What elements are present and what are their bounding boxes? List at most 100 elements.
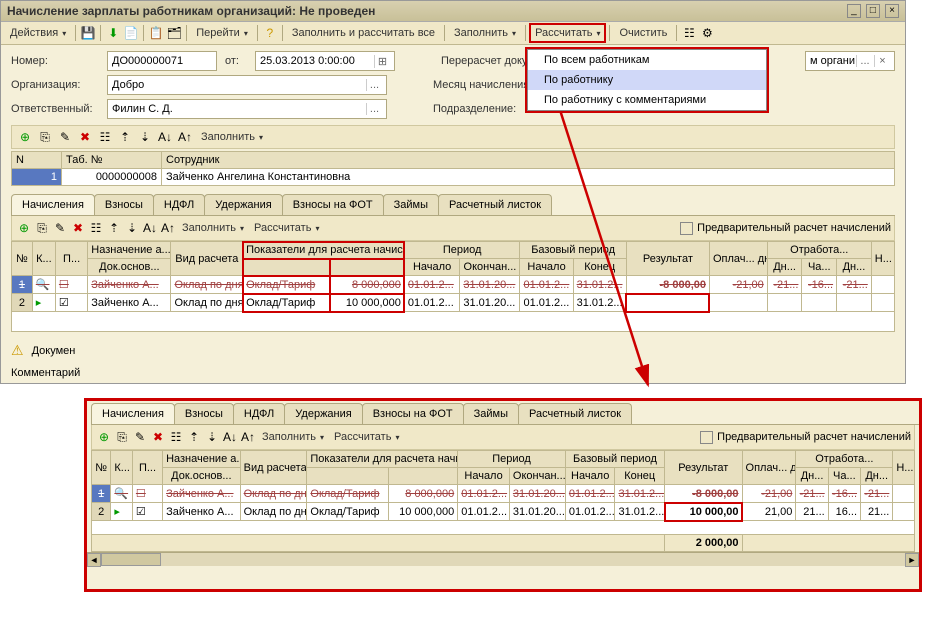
dd-all-employees[interactable]: По всем работникам — [528, 50, 766, 70]
copy-icon[interactable]: ⎘ — [36, 128, 54, 146]
calc-fill-menu[interactable]: Заполнить — [257, 428, 329, 446]
tab-contributions[interactable]: Взносы — [94, 194, 154, 215]
tab-payslip[interactable]: Расчетный листок — [518, 403, 632, 424]
tab-loans[interactable]: Займы — [383, 194, 439, 215]
tab-deductions[interactable]: Удержания — [204, 194, 282, 215]
prelim-checkbox[interactable] — [680, 222, 693, 235]
list-icon[interactable]: ☷ — [681, 25, 697, 41]
comment-label: Комментарий — [11, 367, 80, 379]
tab-payslip[interactable]: Расчетный листок — [438, 194, 552, 215]
add-icon[interactable]: ⊕ — [16, 128, 34, 146]
table-row[interactable]: 1 0000000008 Зайченко Ангелина Константи… — [12, 169, 895, 186]
up-icon[interactable]: ⇡ — [116, 128, 134, 146]
fill-menu[interactable]: Заполнить — [449, 24, 521, 42]
actions-menu[interactable]: Действия — [5, 24, 71, 42]
main-toolbar: Действия 💾 ⬇ 📄 📋 🗂 Перейти ? Заполнить и… — [1, 22, 905, 45]
up-icon[interactable]: ⇡ — [185, 428, 203, 446]
close-button[interactable]: × — [885, 4, 899, 18]
number-field[interactable]: ДО000000071 — [107, 51, 217, 71]
table-row[interactable]: 2▸☑ Зайченко А...Оклад по дням Оклад/Тар… — [92, 503, 915, 521]
from-label: от: — [225, 55, 247, 67]
help-icon[interactable]: ? — [262, 25, 278, 41]
calc-menu[interactable]: Рассчитать — [530, 24, 605, 42]
tab-accruals[interactable]: Начисления — [91, 403, 175, 424]
sort-az-icon[interactable]: A↓ — [156, 128, 174, 146]
calendar-icon[interactable]: ⊞ — [374, 55, 390, 68]
up-icon[interactable]: ⇡ — [105, 219, 123, 237]
tab-loans[interactable]: Займы — [463, 403, 519, 424]
resp-field[interactable]: Филин С. Д.... — [107, 99, 387, 119]
date-field[interactable]: 25.03.2013 0:00:00⊞ — [255, 51, 395, 71]
calc-toolbar: ⊕ ⎘ ✎ ✖ ☷ ⇡ ⇣ A↓ A↑ Заполнить Рассчитать… — [11, 216, 895, 241]
copy-icon[interactable]: ⎘ — [33, 219, 51, 237]
table-row[interactable]: 2▸☑ Зайченко А...Оклад по дням Оклад/Тар… — [12, 294, 895, 312]
horizontal-scrollbar[interactable]: ◄ ► — [87, 552, 919, 566]
emp-fill-menu[interactable]: Заполнить — [196, 128, 268, 146]
tabs: Начисления Взносы НДФЛ Удержания Взносы … — [11, 194, 895, 216]
clear-icon[interactable]: × — [874, 55, 890, 67]
down-icon[interactable]: ⇣ — [123, 219, 141, 237]
org-field[interactable]: Добро... — [107, 75, 387, 95]
sort-az-icon[interactable]: A↓ — [221, 428, 239, 446]
dd-by-employee[interactable]: По работнику — [528, 70, 766, 90]
tab-ndfl[interactable]: НДФЛ — [233, 403, 285, 424]
doc-icon[interactable]: 📄 — [123, 25, 139, 41]
tab-contributions[interactable]: Взносы — [174, 403, 234, 424]
clear-button[interactable]: Очистить — [614, 24, 672, 42]
org-label: Организация: — [11, 79, 99, 91]
table-row[interactable]: 1🔍☐ Зайченко А...Оклад по дням Оклад/Тар… — [92, 485, 915, 503]
go-menu[interactable]: Перейти — [191, 24, 253, 42]
save-icon[interactable]: 💾 — [80, 25, 96, 41]
window-title: Начисление зарплаты работникам организац… — [7, 4, 375, 18]
sort-za-icon[interactable]: A↑ — [239, 428, 257, 446]
add-icon[interactable]: ⊕ — [15, 219, 33, 237]
table-icon[interactable]: ☷ — [96, 128, 114, 146]
sort-za-icon[interactable]: A↑ — [159, 219, 177, 237]
tab-ndfl[interactable]: НДФЛ — [153, 194, 205, 215]
calc-fill-menu[interactable]: Заполнить — [177, 219, 249, 237]
col-n: N — [12, 152, 62, 169]
add-icon[interactable]: ⊕ — [95, 428, 113, 446]
struct-icon[interactable]: 🗂 — [166, 25, 182, 41]
org-tag-field[interactable]: м органи...× — [805, 51, 895, 71]
resp-label: Ответственный: — [11, 103, 99, 115]
fill-calc-all-button[interactable]: Заполнить и рассчитать все — [287, 24, 440, 42]
total-value: 2 000,00 — [665, 535, 743, 552]
basis-icon[interactable]: 📋 — [148, 25, 164, 41]
delete-icon[interactable]: ✖ — [149, 428, 167, 446]
delete-icon[interactable]: ✖ — [69, 219, 87, 237]
sort-za-icon[interactable]: A↑ — [176, 128, 194, 146]
table-row[interactable]: 1🔍☐ Зайченко А...Оклад по дням Оклад/Тар… — [12, 276, 895, 294]
tab-deductions[interactable]: Удержания — [284, 403, 362, 424]
table-icon[interactable]: ☷ — [167, 428, 185, 446]
maximize-button[interactable]: □ — [866, 4, 880, 18]
prelim-checkbox[interactable] — [700, 431, 713, 444]
calc-calc-menu[interactable]: Рассчитать — [249, 219, 324, 237]
doc-label: Докумен — [32, 345, 76, 357]
edit-icon[interactable]: ✎ — [56, 128, 74, 146]
dd-by-employee-comments[interactable]: По работнику с комментариями — [528, 90, 766, 110]
main-window: Начисление зарплаты работникам организац… — [0, 0, 906, 384]
employee-table: N Таб. № Сотрудник 1 0000000008 Зайченко… — [11, 151, 895, 186]
calc-calc-menu[interactable]: Рассчитать — [329, 428, 404, 446]
tab-accruals[interactable]: Начисления — [11, 194, 95, 215]
table-icon[interactable]: ☷ — [87, 219, 105, 237]
prelim-label: Предварительный расчет начислений — [697, 222, 891, 234]
edit-icon[interactable]: ✎ — [131, 428, 149, 446]
copy-icon[interactable]: ⎘ — [113, 428, 131, 446]
select-icon[interactable]: ... — [366, 79, 382, 91]
titlebar: Начисление зарплаты работникам организац… — [1, 1, 905, 22]
minimize-button[interactable]: _ — [847, 4, 861, 18]
scroll-right-icon[interactable]: ► — [905, 553, 919, 567]
edit-icon[interactable]: ✎ — [51, 219, 69, 237]
down-icon[interactable]: ⇣ — [203, 428, 221, 446]
down-icon[interactable]: ⇣ — [136, 128, 154, 146]
prelim-label: Предварительный расчет начислений — [717, 431, 911, 443]
settings-icon[interactable]: ⚙ — [699, 25, 715, 41]
tab-fot[interactable]: Взносы на ФОТ — [362, 403, 464, 424]
tab-fot[interactable]: Взносы на ФОТ — [282, 194, 384, 215]
scroll-left-icon[interactable]: ◄ — [87, 553, 101, 567]
delete-icon[interactable]: ✖ — [76, 128, 94, 146]
post-icon[interactable]: ⬇ — [105, 25, 121, 41]
sort-az-icon[interactable]: A↓ — [141, 219, 159, 237]
